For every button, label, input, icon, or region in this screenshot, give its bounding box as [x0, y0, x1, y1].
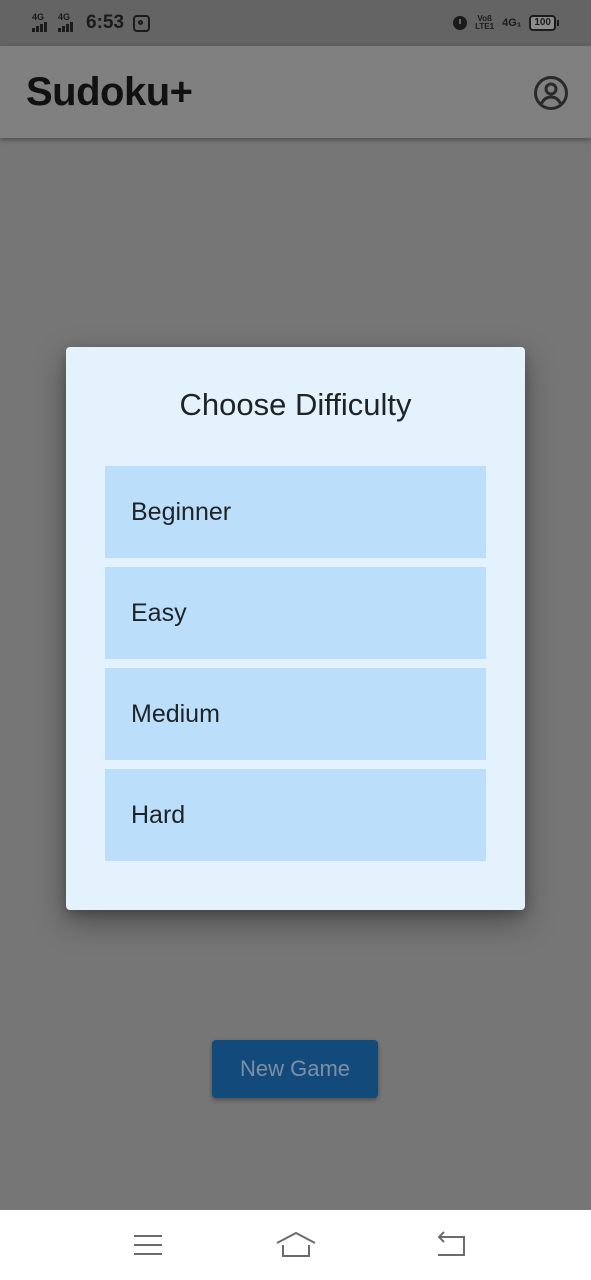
difficulty-dialog: Choose Difficulty Beginner Easy Medium H…: [66, 347, 525, 910]
network-type-label-2: 4G: [58, 12, 71, 22]
dialog-title: Choose Difficulty: [179, 387, 412, 422]
network-type-label: 4G: [32, 12, 45, 22]
app-bar: Sudoku+: [0, 46, 591, 138]
new-game-button[interactable]: New Game: [212, 1040, 378, 1098]
home-icon[interactable]: [274, 1230, 318, 1260]
difficulty-option-label: Hard: [131, 800, 186, 829]
signal-strength-icon: 4G: [32, 13, 52, 33]
difficulty-option-easy[interactable]: Easy: [105, 567, 486, 659]
volte-label-bottom: LTE1: [475, 22, 495, 31]
account-circle-icon[interactable]: [533, 75, 569, 111]
volte-icon: Voß LTE1: [475, 15, 494, 31]
battery-icon: 100: [529, 15, 559, 31]
app-title: Sudoku+: [26, 70, 193, 114]
difficulty-option-medium[interactable]: Medium: [105, 668, 486, 760]
difficulty-option-beginner[interactable]: Beginner: [105, 466, 486, 558]
difficulty-option-label: Easy: [131, 598, 187, 627]
difficulty-option-hard[interactable]: Hard: [105, 769, 486, 861]
instagram-notification-icon: [133, 14, 151, 32]
difficulty-option-label: Beginner: [131, 497, 232, 526]
battery-level: 100: [529, 15, 556, 31]
difficulty-option-label: Medium: [131, 699, 220, 728]
mobile-data-icon: 4G₁: [502, 17, 522, 29]
signal-strength-icon-2: 4G: [58, 13, 78, 33]
status-bar-left: 4G 4G 6:53: [32, 0, 151, 46]
menu-icon[interactable]: [126, 1230, 170, 1260]
status-bar: 4G 4G 6:53 Voß LTE1 4G₁ 100: [0, 0, 591, 46]
clock: 6:53: [86, 12, 125, 33]
back-icon[interactable]: [428, 1230, 472, 1260]
system-navigation-bar: [0, 1210, 591, 1280]
alarm-icon: [453, 16, 468, 30]
status-bar-right: Voß LTE1 4G₁ 100: [453, 0, 559, 46]
